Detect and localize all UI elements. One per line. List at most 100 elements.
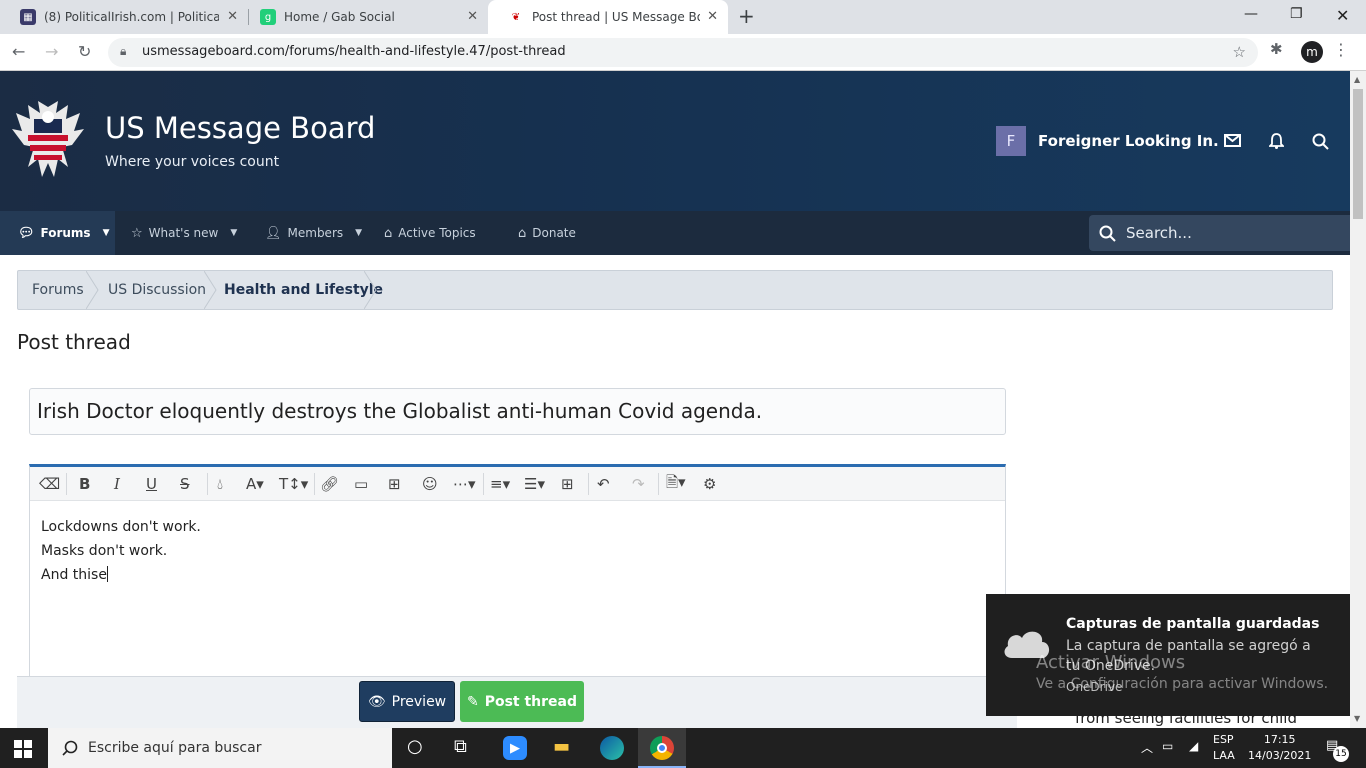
taskbar-search-placeholder: Escribe aquí para buscar [88,740,262,756]
back-arrow-icon[interactable]: ← [12,42,25,61]
eraser-icon[interactable]: ⌫ [39,473,60,495]
drafts-icon[interactable]: 🗎︎▾ [666,473,686,495]
nav-item-active-topics[interactable]: ⌂ Active Topics [384,211,476,255]
bold-icon[interactable]: B [79,473,90,495]
browser-tab-usmb[interactable]: ❦ Post thread | US Message Board ✕ [488,0,728,34]
breadcrumb-forums[interactable]: Forums [32,271,84,309]
user-name-link[interactable]: Foreigner Looking In. [1038,132,1219,150]
close-window-icon[interactable]: ✕ [1336,6,1349,25]
omnibox[interactable]: 🔒︎ usmessageboard.com/forums/health-and-… [108,38,1258,67]
media-icon[interactable]: ⊞ [388,473,401,495]
chevron-down-icon[interactable]: ▼ [230,228,237,238]
input-language[interactable]: ESP LAA [1213,732,1235,764]
nav-item-members[interactable]: 👤︎ Members ▼ [265,211,362,255]
taskbar-search-input[interactable]: Escribe aquí para buscar [48,728,392,768]
editor-line: Masks don't work. [41,543,168,559]
windows-start-icon[interactable] [14,740,32,758]
chat-bubbles-icon: 💬︎ [18,225,35,241]
post-thread-label: Post thread [484,693,578,710]
edge-browser-icon[interactable] [600,736,624,760]
site-search-input[interactable]: Search... [1089,215,1350,251]
close-icon[interactable]: ✕ [707,9,718,24]
forward-arrow-icon[interactable]: → [45,42,58,61]
scroll-up-icon[interactable]: ▲ [1354,75,1360,84]
usmb-favicon-icon: ❦ [511,11,521,23]
toolbar-separator [588,473,589,495]
smiley-icon[interactable]: ☺ [422,473,438,495]
taskbar-clock[interactable]: 17:15 14/03/2021 [1248,732,1311,764]
more-options-icon[interactable]: ⋯▾ [453,473,476,495]
bell-icon[interactable] [1269,133,1284,149]
task-view-icon[interactable]: ⧉ [454,736,467,757]
nav-label: Donate [532,226,576,240]
nav-item-donate[interactable]: ⌂ Donate [518,211,576,255]
cortana-icon[interactable]: ○ [407,736,423,757]
list-icon[interactable]: ☰▾ [524,473,545,495]
undo-icon[interactable]: ↶ [597,473,610,495]
font-size-icon[interactable]: T↕▾ [279,473,308,495]
wifi-icon[interactable]: ◢ [1189,739,1198,753]
tray-chevron-up-icon[interactable]: ︿ [1141,739,1153,756]
kebab-menu-icon[interactable]: ⋮ [1333,40,1349,59]
table-icon[interactable]: ⊞ [561,473,574,495]
chevron-down-icon[interactable]: ▼ [103,228,110,238]
toolbar-separator [207,473,208,495]
nav-label: Active Topics [398,226,476,240]
nav-item-whats-new[interactable]: ☆ What's new ▼ [131,211,237,255]
browser-tab-bar: ▦ (8) PoliticalIrish.com | Political Iri… [0,0,1366,34]
star-icon: ☆ [131,225,143,241]
toolbar-separator [66,473,67,495]
page-scrollbar[interactable]: ▲ ▼ [1350,71,1366,728]
lock-icon: 🔒︎ [120,44,127,58]
site-tagline: Where your voices count [105,154,280,170]
underline-icon[interactable]: U [146,473,157,495]
chrome-taskbar-button[interactable] [638,728,686,768]
url-text[interactable]: usmessageboard.com/forums/health-and-lif… [142,44,566,59]
chevron-right-icon [86,271,99,309]
thread-title-input[interactable]: Irish Doctor eloquently destroys the Glo… [29,388,1006,435]
browser-tab-politicalirish[interactable]: ▦ (8) PoliticalIrish.com | Political Iri… [0,0,248,34]
zoom-app-icon[interactable]: ▶ [503,736,527,760]
scroll-down-icon[interactable]: ▼ [1354,714,1360,723]
image-icon[interactable]: ▭ [354,473,368,495]
breadcrumb-health-and-lifestyle[interactable]: Health and Lifestyle [224,271,383,309]
strikethrough-icon[interactable]: S [180,473,190,495]
editor-content[interactable]: Lockdowns don't work. Masks don't work. … [41,515,201,587]
nav-item-forums[interactable]: 💬︎ Forums ▼ [0,211,115,255]
breadcrumb-us-discussion[interactable]: US Discussion [108,271,206,309]
editor-line: Lockdowns don't work. [41,519,201,535]
file-explorer-icon[interactable]: ▬ [553,736,570,757]
text-color-drop-icon[interactable]: 💧︎ [217,473,223,495]
chevron-down-icon[interactable]: ▼ [355,228,362,238]
italic-icon[interactable]: I [114,473,120,495]
nav-label: What's new [148,226,219,240]
align-icon[interactable]: ≡▾ [490,473,510,495]
usmb-eagle-logo-icon[interactable] [10,97,86,183]
browser-tab-gab[interactable]: g Home / Gab Social ✕ [240,0,488,34]
extensions-puzzle-icon[interactable]: ✱ [1270,40,1283,58]
new-tab-button[interactable]: + [738,4,755,28]
font-family-icon[interactable]: A▾ [246,473,264,495]
minimize-icon[interactable]: — [1244,6,1258,22]
redo-icon[interactable]: ↷ [632,473,645,495]
user-avatar[interactable]: F [996,126,1026,156]
lang-layout: LAA [1213,749,1235,762]
profile-avatar[interactable]: m [1301,41,1323,63]
preview-button[interactable]: 👁︎ Preview [359,681,455,722]
reload-icon[interactable]: ↻ [78,42,91,61]
restore-icon[interactable]: ❐ [1290,6,1303,22]
close-icon[interactable]: ✕ [227,9,238,24]
onedrive-toast[interactable]: Capturas de pantalla guardadas La captur… [986,594,1350,716]
close-icon[interactable]: ✕ [467,9,478,24]
notification-count-badge: 15 [1333,746,1349,762]
link-icon[interactable]: 🔗︎ [320,473,339,495]
bookmark-star-icon[interactable]: ☆ [1233,43,1246,61]
search-icon[interactable] [1312,133,1329,150]
search-placeholder: Search... [1126,224,1192,242]
site-title[interactable]: US Message Board [105,111,375,145]
envelope-icon[interactable] [1224,134,1241,147]
gear-icon[interactable]: ⚙ [703,473,716,495]
post-thread-button[interactable]: ✎ Post thread [460,681,584,722]
battery-icon[interactable]: ▭ [1162,739,1173,753]
scroll-thumb[interactable] [1353,89,1363,219]
